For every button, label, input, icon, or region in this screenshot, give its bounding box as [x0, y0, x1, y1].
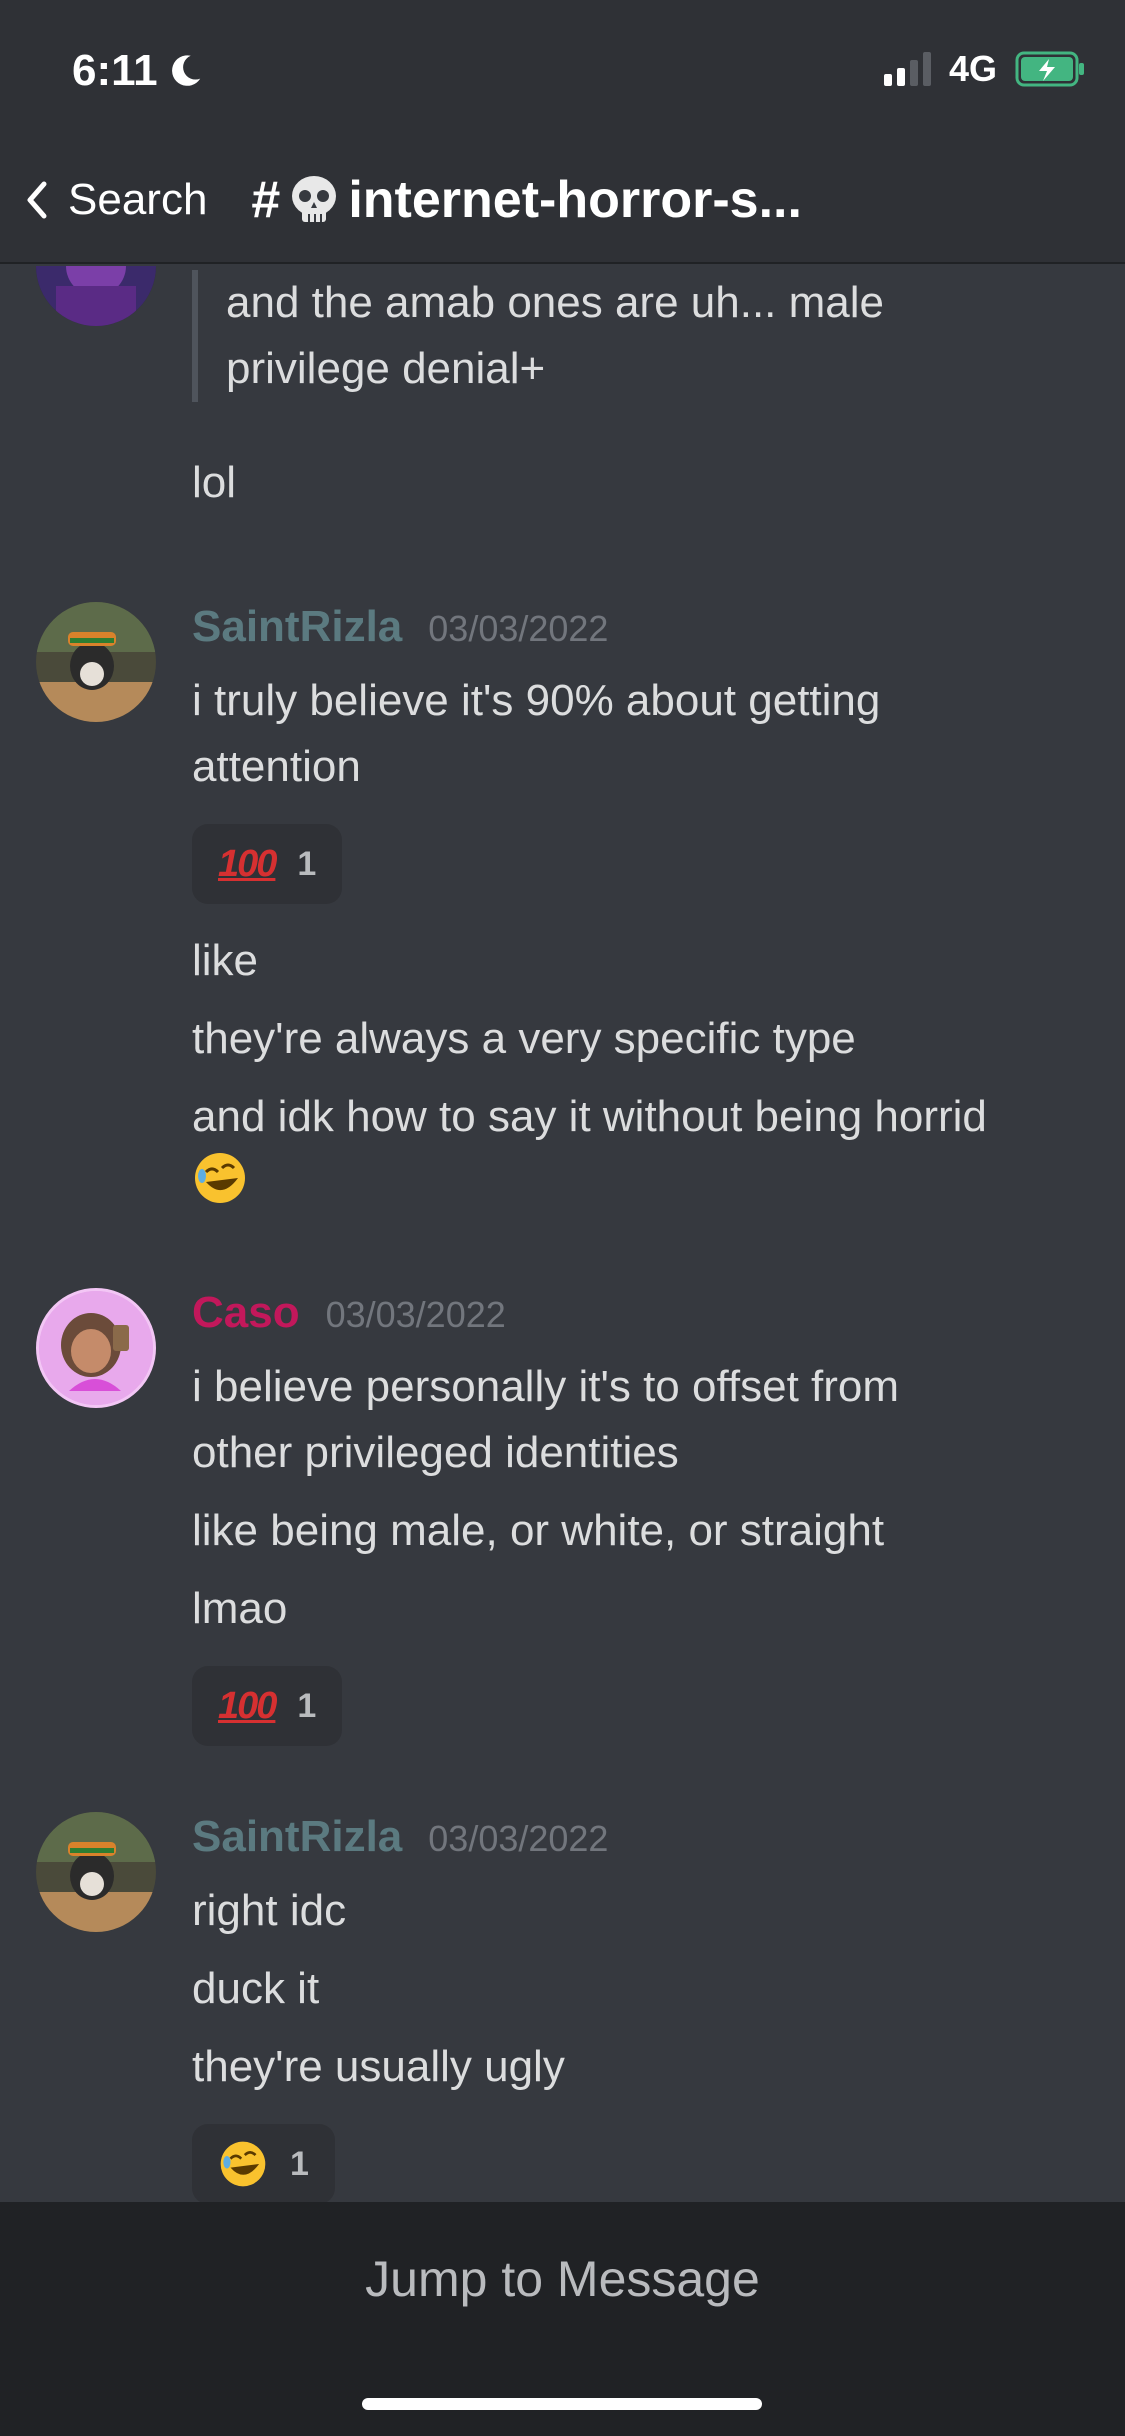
message-list[interactable]: and the amab ones are uh... male privile… [0, 266, 1125, 2202]
message-text: like [192, 936, 259, 985]
message-text: like being male, or white, or straight [192, 1506, 885, 1555]
avatar[interactable] [36, 602, 156, 722]
reaction-count: 1 [290, 2144, 309, 2183]
message-text: other privileged identities [192, 1428, 679, 1477]
skull-icon [292, 176, 337, 222]
battery-charging-icon [1015, 51, 1084, 87]
channel-hash: # [251, 171, 281, 229]
time-text: 6:11 [72, 46, 158, 95]
quote-line: and the amab ones are uh... male [226, 278, 884, 327]
hundred-points-icon: 100 [218, 1684, 277, 1727]
username[interactable]: SaintRizla [192, 602, 402, 652]
message-header: SaintRizla 03/03/2022 [192, 1812, 1092, 1878]
discord-screen: 6:11 4G Search # internet-horror-s... an… [0, 0, 1125, 2436]
rolling-on-floor-laughing-icon [220, 2141, 266, 2187]
chevron-left-icon [27, 181, 47, 219]
status-indicators: 4G [883, 48, 1085, 90]
message-text: duck it [192, 1964, 320, 2013]
message-text: i truly believe it's 90% about getting [192, 676, 881, 725]
message-text: lmao [192, 1584, 288, 1633]
message-group: SaintRizla 03/03/2022 right idc duck it … [192, 1812, 1092, 2202]
message-group: Caso 03/03/2022 i believe personally it'… [192, 1288, 1092, 1770]
top-bar: 6:11 4G Search # internet-horror-s... [0, 0, 1125, 264]
message-header: SaintRizla 03/03/2022 [192, 602, 1092, 668]
block-quote: and the amab ones are uh... male privile… [192, 270, 1092, 402]
channel-nav: Search # internet-horror-s... [0, 160, 1125, 240]
avatar-image [36, 602, 156, 722]
reaction-hundred[interactable]: 100 1 [192, 824, 343, 904]
message-text: lol [192, 458, 237, 507]
avatar-image [39, 1291, 153, 1405]
reaction-laugh[interactable]: 1 [192, 2124, 335, 2202]
signal-icon [883, 52, 931, 86]
message-group: SaintRizla 03/03/2022 i truly believe it… [192, 602, 1092, 1211]
avatar-image [36, 266, 156, 326]
message-header: Caso 03/03/2022 [192, 1288, 1092, 1354]
message-text: i believe personally it's to offset from [192, 1362, 900, 1411]
timestamp: 03/03/2022 [325, 1294, 506, 1335]
message-group: and the amab ones are uh... male privile… [192, 270, 1092, 516]
home-indicator[interactable] [362, 2398, 762, 2410]
quote-line: privilege denial+ [226, 344, 546, 393]
reaction-count: 1 [297, 1686, 317, 1725]
avatar[interactable] [36, 1812, 156, 1932]
jump-to-message-button[interactable]: Jump to Message [0, 2250, 1125, 2308]
status-time: 6:11 [72, 46, 204, 96]
message-text: and idk how to say it without being horr… [192, 1092, 987, 1141]
rolling-on-floor-laughing-icon [195, 1153, 245, 1203]
bottom-bar: Jump to Message [0, 2202, 1125, 2436]
avatar[interactable] [36, 1288, 156, 1408]
network-label: 4G [948, 48, 997, 89]
avatar[interactable] [36, 266, 156, 326]
username[interactable]: SaintRizla [192, 1812, 402, 1862]
back-label: Search [68, 175, 208, 224]
timestamp: 03/03/2022 [428, 608, 609, 649]
timestamp: 03/03/2022 [428, 1818, 609, 1859]
hundred-points-icon: 100 [218, 842, 277, 885]
username[interactable]: Caso [192, 1288, 300, 1338]
reaction-hundred[interactable]: 100 1 [192, 1666, 343, 1746]
reaction-count: 1 [297, 844, 317, 883]
message-text: right idc [192, 1886, 347, 1935]
back-button[interactable]: Search [22, 175, 207, 225]
avatar-image [36, 1812, 156, 1932]
message-text: they're always a very specific type [192, 1014, 856, 1063]
channel-name: internet-horror-s... [348, 171, 802, 229]
message-text: attention [192, 742, 361, 791]
message-text: they're usually ugly [192, 2042, 565, 2091]
channel-title[interactable]: # internet-horror-s... [251, 170, 802, 230]
moon-icon [171, 55, 200, 86]
